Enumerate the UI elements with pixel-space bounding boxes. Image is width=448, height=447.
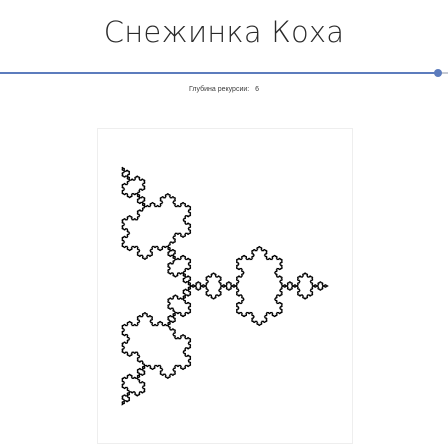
koch-snowflake-app: Снежинка Коха Глубина рекурсии: 6: [0, 0, 448, 447]
depth-slider[interactable]: [0, 66, 448, 80]
depth-label: Глубина рекурсии: 6: [0, 85, 448, 95]
koch-snowflake-drawing: [121, 166, 329, 406]
koch-snowflake-path: [121, 166, 329, 406]
depth-value: 6: [255, 86, 259, 93]
page-title: Снежинка Коха: [103, 15, 345, 49]
slider-fill: [0, 72, 438, 74]
slider-thumb[interactable]: [434, 69, 442, 77]
depth-label-text: Глубина рекурсии:: [189, 86, 250, 93]
snowflake-canvas: [97, 128, 353, 444]
